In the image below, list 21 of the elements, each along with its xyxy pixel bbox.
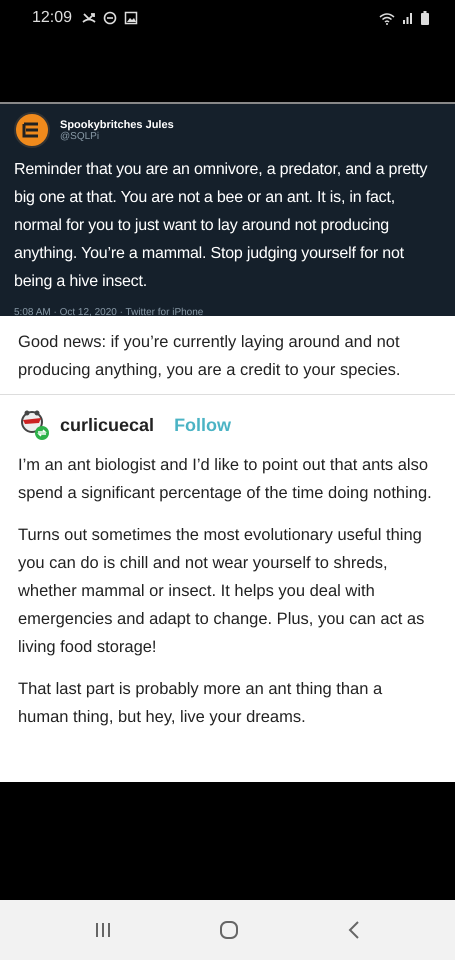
back-icon[interactable]: [347, 920, 362, 940]
avatar: [14, 112, 50, 148]
tweet-author-name: Spookybritches Jules: [60, 118, 174, 130]
status-time: 12:09: [32, 9, 72, 27]
signal-icon: [402, 12, 414, 24]
tweet-meta: 5:08 AM · Oct 12, 2020 · Twitter for iPhone: [14, 307, 204, 318]
do-not-disturb-icon: [103, 11, 118, 25]
recent-apps-icon[interactable]: [94, 921, 112, 939]
post-paragraph: That last part is probably more an ant thing than a human thing, but hey, live your dreams.: [18, 679, 384, 728]
image-icon: [124, 11, 138, 25]
username[interactable]: curlicuecal: [60, 414, 154, 436]
home-icon[interactable]: [219, 920, 240, 940]
missed-call-icon: [82, 11, 96, 25]
battery-icon: [421, 11, 429, 25]
tweet-handle: @SQLPi: [60, 130, 100, 142]
tweet-text: Reminder that you are an omnivore, a predator, and a pretty big one at that. You are not a bee or an ant. It is, in fact, normal for you to just want to lay around not producing anything. You’re a mammal. Stop judging yourself for not being a hive insect.: [14, 160, 428, 292]
post-text: Good news: if you’re currently laying around and not producing anything, you are a credit to your species.: [18, 332, 402, 381]
wifi-icon: [379, 12, 395, 24]
post-paragraph: I’m an ant biologist and I’d like to point out that ants also spend a significant percentage of the time doing nothing.: [18, 455, 433, 504]
post-paragraph: Turns out sometimes the most evolutionary useful thing you can do is chill and not wear yourself to shreds, whether mammal or insect. It helps you deal with emergencies and adapt to change. Plus, you can act as living food storage!: [18, 525, 426, 658]
avatar: [18, 409, 52, 441]
